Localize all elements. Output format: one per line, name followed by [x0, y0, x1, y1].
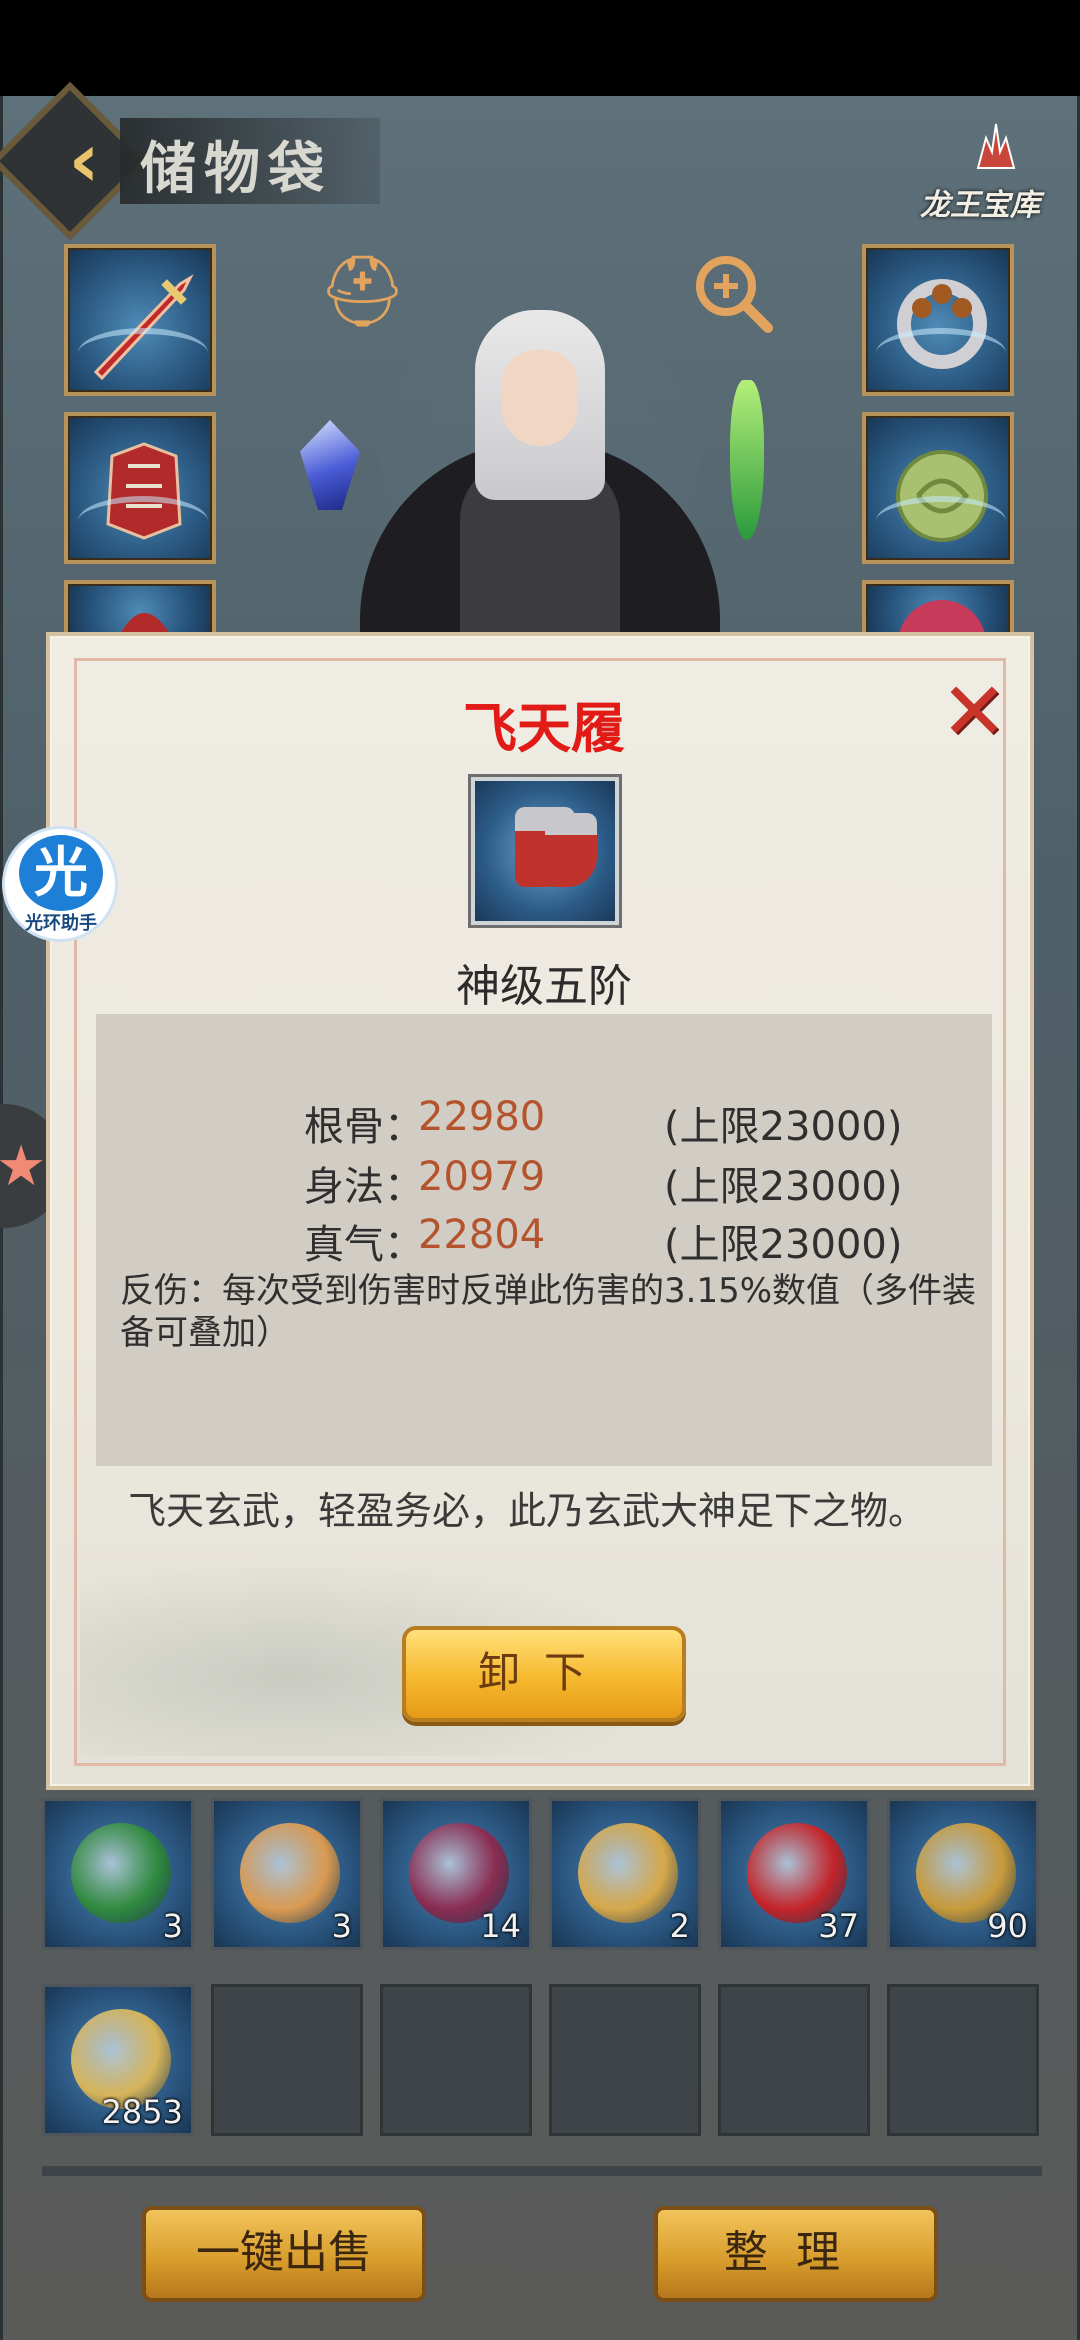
item-art-icon	[240, 1823, 340, 1923]
stat-label: 根骨：	[304, 1104, 424, 1150]
item-count: 14	[480, 1907, 521, 1945]
stat-value: 20979	[418, 1154, 546, 1200]
dragon-emblem-icon	[976, 123, 1016, 169]
stat-label: 身法：	[304, 1164, 424, 1210]
equip-slot-ring[interactable]	[862, 244, 1014, 396]
back-arrow-icon[interactable]: ‹	[44, 120, 124, 200]
zoom-icon[interactable]	[690, 250, 776, 336]
item-count: 2853	[101, 2093, 183, 2131]
stat-row: 身法： 20979 (上限23000)	[96, 1154, 992, 1210]
sell-all-button[interactable]: 一键出售	[142, 2206, 426, 2302]
star-icon: ★	[0, 1134, 47, 1199]
treasury-label: 龙王宝库	[920, 188, 1040, 223]
item-count: 3	[331, 1907, 352, 1945]
item-count: 2	[669, 1907, 690, 1945]
stat-label: 真气：	[304, 1222, 424, 1268]
orb-icon	[899, 600, 985, 634]
item-effect: 反伤：每次受到伤害时反弹此伤害的3.15%数值（多件装备可叠加）	[120, 1271, 977, 1353]
stat-row: 真气： 22804 (上限23000)	[96, 1212, 992, 1268]
item-count: 37	[818, 1907, 859, 1945]
equip-slot-6[interactable]	[862, 580, 1014, 634]
inventory-item[interactable]: 3	[211, 1798, 363, 1950]
inventory-row-3-edge	[42, 2166, 1042, 2176]
stat-cap: (上限23000)	[664, 1222, 903, 1268]
inventory-empty-slot[interactable]	[380, 1984, 532, 2136]
item-detail-popup: 飞天履 ✕ 神级五阶 根骨： 22980 (上限23000) 身法： 20979…	[46, 632, 1034, 1790]
item-art-icon	[71, 1823, 171, 1923]
stat-cap: (上限23000)	[664, 1164, 903, 1210]
equip-slot-jade[interactable]	[862, 412, 1014, 564]
stat-value: 22980	[418, 1094, 546, 1140]
character-model	[290, 290, 790, 640]
sort-button[interactable]: 整理	[654, 2206, 938, 2302]
item-name: 飞天履	[463, 697, 625, 760]
equip-slot-3[interactable]	[64, 580, 216, 634]
inventory-empty-slot[interactable]	[549, 1984, 701, 2136]
assistant-label: 光环助手	[25, 913, 97, 934]
page-title: 储物袋	[140, 136, 332, 202]
unequip-button[interactable]: 卸下	[402, 1626, 686, 1722]
item-art-icon	[578, 1823, 678, 1923]
boot-icon-2	[545, 813, 597, 887]
inventory-item[interactable]: 2853	[42, 1984, 194, 2136]
jade-blade-icon[interactable]	[730, 380, 764, 540]
inventory-item[interactable]: 90	[887, 1798, 1039, 1950]
inventory-item[interactable]: 3	[42, 1798, 194, 1950]
dragon-king-treasury-button[interactable]: 龙王宝库	[920, 118, 1060, 228]
stat-row: 根骨： 22980 (上限23000)	[96, 1094, 992, 1150]
equip-slot-weapon[interactable]	[64, 244, 216, 396]
status-bar	[0, 0, 1080, 96]
inventory-empty-slot[interactable]	[718, 1984, 870, 2136]
inventory-empty-slot[interactable]	[211, 1984, 363, 2136]
inventory-item[interactable]: 2	[549, 1798, 701, 1950]
assistant-logo-icon: 光	[19, 835, 103, 911]
inventory-item[interactable]: 14	[380, 1798, 532, 1950]
helmet-icon	[120, 613, 170, 634]
item-count: 90	[987, 1907, 1028, 1945]
item-count: 3	[162, 1907, 183, 1945]
fashion-armor-icon[interactable]: ⛑	[318, 248, 407, 334]
inventory-empty-slot[interactable]	[887, 1984, 1039, 2136]
assistant-float-button[interactable]: 光 光环助手	[2, 826, 118, 942]
equip-slot-armor[interactable]	[64, 412, 216, 564]
stats-panel: 根骨： 22980 (上限23000) 身法： 20979 (上限23000) …	[96, 1014, 992, 1466]
item-flavor-text: 飞天玄武，轻盈务必，此乃玄武大神足下之物。	[128, 1489, 927, 1533]
stat-cap: (上限23000)	[664, 1104, 903, 1150]
stat-value: 22804	[418, 1212, 546, 1258]
close-icon[interactable]: ✕	[934, 672, 1014, 752]
inventory-item[interactable]: 37	[718, 1798, 870, 1950]
item-icon-frame	[468, 774, 622, 928]
item-grade: 神级五阶	[456, 961, 632, 1012]
